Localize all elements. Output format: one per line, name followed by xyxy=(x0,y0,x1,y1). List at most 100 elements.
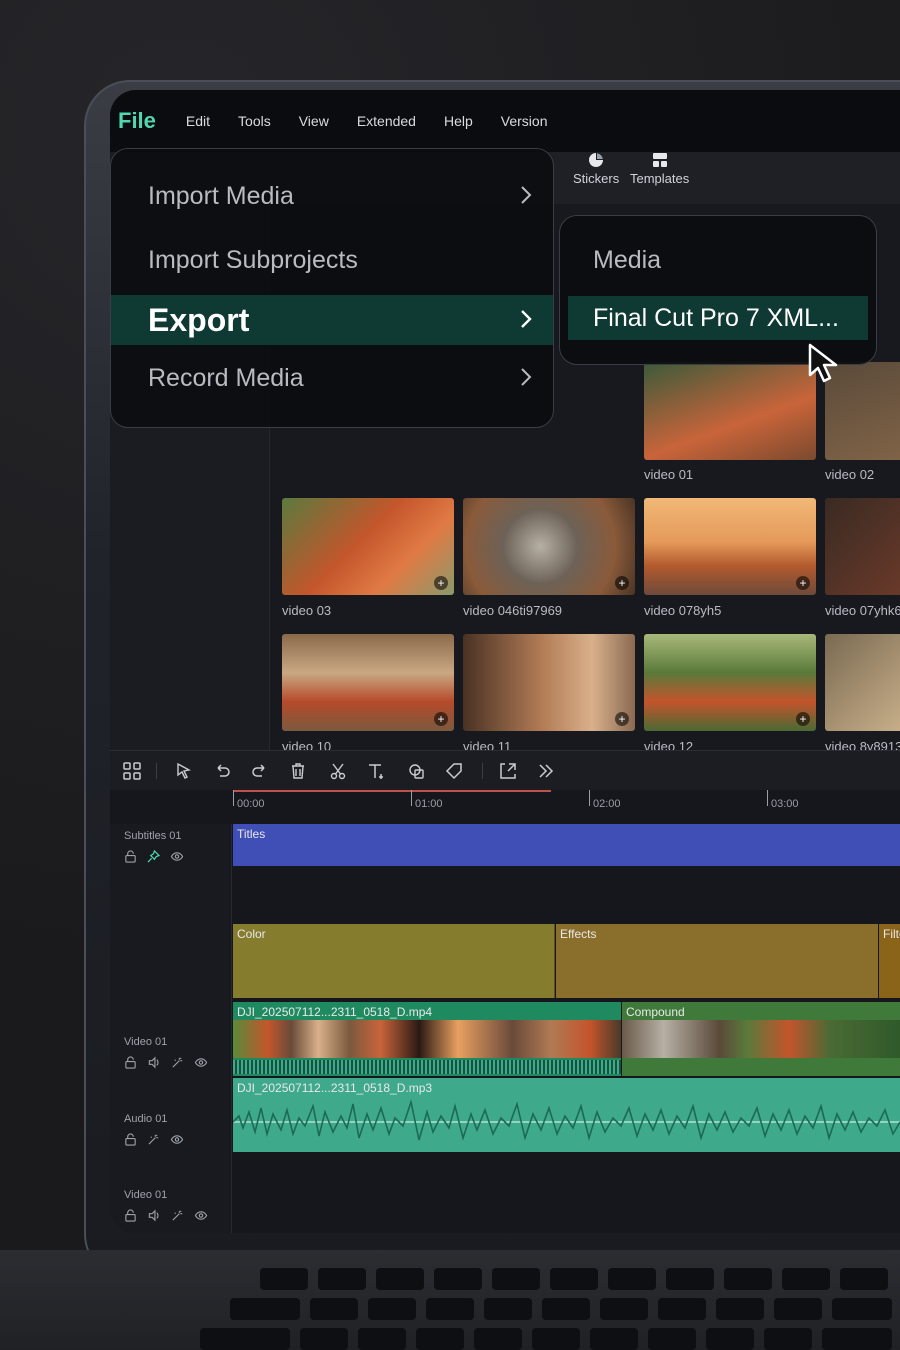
track-name: Video 01 xyxy=(124,1189,168,1201)
clip-color[interactable]: Color xyxy=(233,924,555,998)
media-thumb-video-03[interactable]: + xyxy=(282,498,454,595)
eye-icon[interactable] xyxy=(194,1209,208,1222)
layout-grid-icon[interactable] xyxy=(122,761,142,781)
submenu-item-final-cut-xml[interactable]: Final Cut Pro 7 XML... xyxy=(568,296,868,340)
submenu-item-media[interactable]: Media xyxy=(560,238,876,282)
tab-stickers[interactable]: Stickers xyxy=(573,152,619,186)
track-controls xyxy=(124,1209,208,1222)
add-icon[interactable]: + xyxy=(796,576,810,590)
menu-extended[interactable]: Extended xyxy=(357,113,416,129)
menu-item-label: Import Subprojects xyxy=(148,245,358,274)
timeline-ruler[interactable]: 00:00 01:00 02:00 03:00 xyxy=(110,790,900,824)
lock-icon[interactable] xyxy=(124,1056,137,1069)
menu-item-export[interactable]: Export xyxy=(111,295,553,345)
menu-item-label: Import Media xyxy=(148,181,294,210)
menu-tools[interactable]: Tools xyxy=(238,113,271,129)
tab-templates[interactable]: Templates xyxy=(630,152,689,186)
lock-icon[interactable] xyxy=(124,850,137,863)
chevron-right-icon xyxy=(521,186,532,204)
clip-label: Effects xyxy=(560,927,597,941)
track-name: Video 01 xyxy=(124,1036,168,1048)
clip-filmstrip xyxy=(233,1020,621,1058)
track-name: Audio 01 xyxy=(124,1113,168,1125)
clip-effects[interactable]: Effects xyxy=(556,924,878,998)
eye-icon[interactable] xyxy=(170,1133,184,1146)
media-thumb-video-8y8913[interactable] xyxy=(825,634,900,731)
ruler-tick: 03:00 xyxy=(771,798,799,810)
eye-icon[interactable] xyxy=(194,1056,208,1069)
lock-icon[interactable] xyxy=(124,1133,137,1146)
lock-icon[interactable] xyxy=(124,1209,137,1222)
tab-label: Stickers xyxy=(573,171,620,186)
menu-item-record-media[interactable]: Record Media xyxy=(111,353,553,403)
shape-tool-icon[interactable] xyxy=(406,761,426,781)
file-menu-dropdown: Import Media Import Subprojects Export R… xyxy=(110,148,554,428)
redo-icon[interactable] xyxy=(250,761,270,781)
clip-label: Color xyxy=(237,927,266,941)
media-thumb-video-10[interactable]: + xyxy=(282,634,454,731)
media-thumb-video-01[interactable] xyxy=(644,362,816,460)
media-thumb-video-12[interactable]: + xyxy=(644,634,816,731)
menu-item-import-subprojects[interactable]: Import Subprojects xyxy=(111,235,553,285)
ruler-tick: 00:00 xyxy=(237,798,265,810)
submenu-item-label: Final Cut Pro 7 XML... xyxy=(593,303,839,332)
menu-help[interactable]: Help xyxy=(444,113,473,129)
audio-waveform xyxy=(233,1098,900,1141)
menu-view[interactable]: View xyxy=(299,113,329,129)
export-frame-icon[interactable] xyxy=(498,761,518,781)
tag-icon[interactable] xyxy=(444,761,464,781)
add-icon[interactable]: + xyxy=(796,712,810,726)
clip-video-file[interactable]: DJI_202507112...2311_0518_D.mp4 xyxy=(233,1002,621,1076)
clip-label: DJI_202507112...2311_0518_D.mp3 xyxy=(237,1081,433,1095)
media-label: video 07yhk6 xyxy=(825,603,900,618)
clip-titles[interactable]: Titles xyxy=(233,824,900,866)
select-tool-icon[interactable] xyxy=(174,761,194,781)
clip-compound[interactable]: Compound xyxy=(622,1002,900,1076)
add-icon[interactable]: + xyxy=(615,576,629,590)
undo-icon[interactable] xyxy=(212,761,232,781)
add-icon[interactable]: + xyxy=(434,712,448,726)
track-controls xyxy=(124,1133,184,1146)
laptop-keyboard xyxy=(0,1250,900,1350)
menu-version[interactable]: Version xyxy=(501,113,548,129)
ruler-tick: 01:00 xyxy=(415,798,443,810)
add-icon[interactable]: + xyxy=(434,576,448,590)
more-tools-icon[interactable] xyxy=(536,761,556,781)
media-thumb-video-11[interactable]: + xyxy=(463,634,635,731)
menu-item-import-media[interactable]: Import Media xyxy=(111,171,553,221)
effects-icon[interactable] xyxy=(171,1209,184,1222)
effects-icon[interactable] xyxy=(147,1133,160,1146)
menu-item-label: Export xyxy=(148,301,250,338)
media-thumb-video-046ti97969[interactable]: + xyxy=(463,498,635,595)
chevron-right-icon xyxy=(521,310,532,328)
volume-icon[interactable] xyxy=(147,1056,161,1069)
media-thumb-video-078yh5[interactable]: + xyxy=(644,498,816,595)
clip-waveform xyxy=(233,1060,621,1074)
ruler-tick: 02:00 xyxy=(593,798,621,810)
tab-label: Templates xyxy=(630,171,690,186)
text-tool-icon[interactable] xyxy=(366,761,386,781)
delete-icon[interactable] xyxy=(288,761,308,781)
eye-icon[interactable] xyxy=(170,850,184,863)
clip-filter[interactable]: Filte xyxy=(879,924,900,998)
media-label: video 03 xyxy=(282,603,332,618)
clip-audio-file[interactable]: DJI_202507112...2311_0518_D.mp3 xyxy=(233,1078,900,1152)
track-controls xyxy=(124,1056,208,1069)
stickers-icon xyxy=(589,153,604,167)
add-icon[interactable]: + xyxy=(615,712,629,726)
chevron-right-icon xyxy=(521,368,532,386)
scissors-icon[interactable] xyxy=(328,761,348,781)
pin-icon[interactable] xyxy=(147,850,160,863)
media-thumb-video-07yhk6[interactable] xyxy=(825,498,900,595)
toolbar-divider xyxy=(156,763,157,779)
clip-label: DJI_202507112...2311_0518_D.mp4 xyxy=(237,1005,433,1019)
effects-icon[interactable] xyxy=(171,1056,184,1069)
media-label: video 01 xyxy=(644,467,694,482)
menu-file[interactable]: File xyxy=(118,108,156,134)
menu-edit[interactable]: Edit xyxy=(186,113,210,129)
clip-label: Titles xyxy=(237,827,266,841)
menu-bar: File Edit Tools View Extended Help Versi… xyxy=(110,90,900,152)
volume-icon[interactable] xyxy=(147,1209,161,1222)
clip-label: Filte xyxy=(883,927,900,941)
submenu-item-label: Media xyxy=(593,245,662,274)
